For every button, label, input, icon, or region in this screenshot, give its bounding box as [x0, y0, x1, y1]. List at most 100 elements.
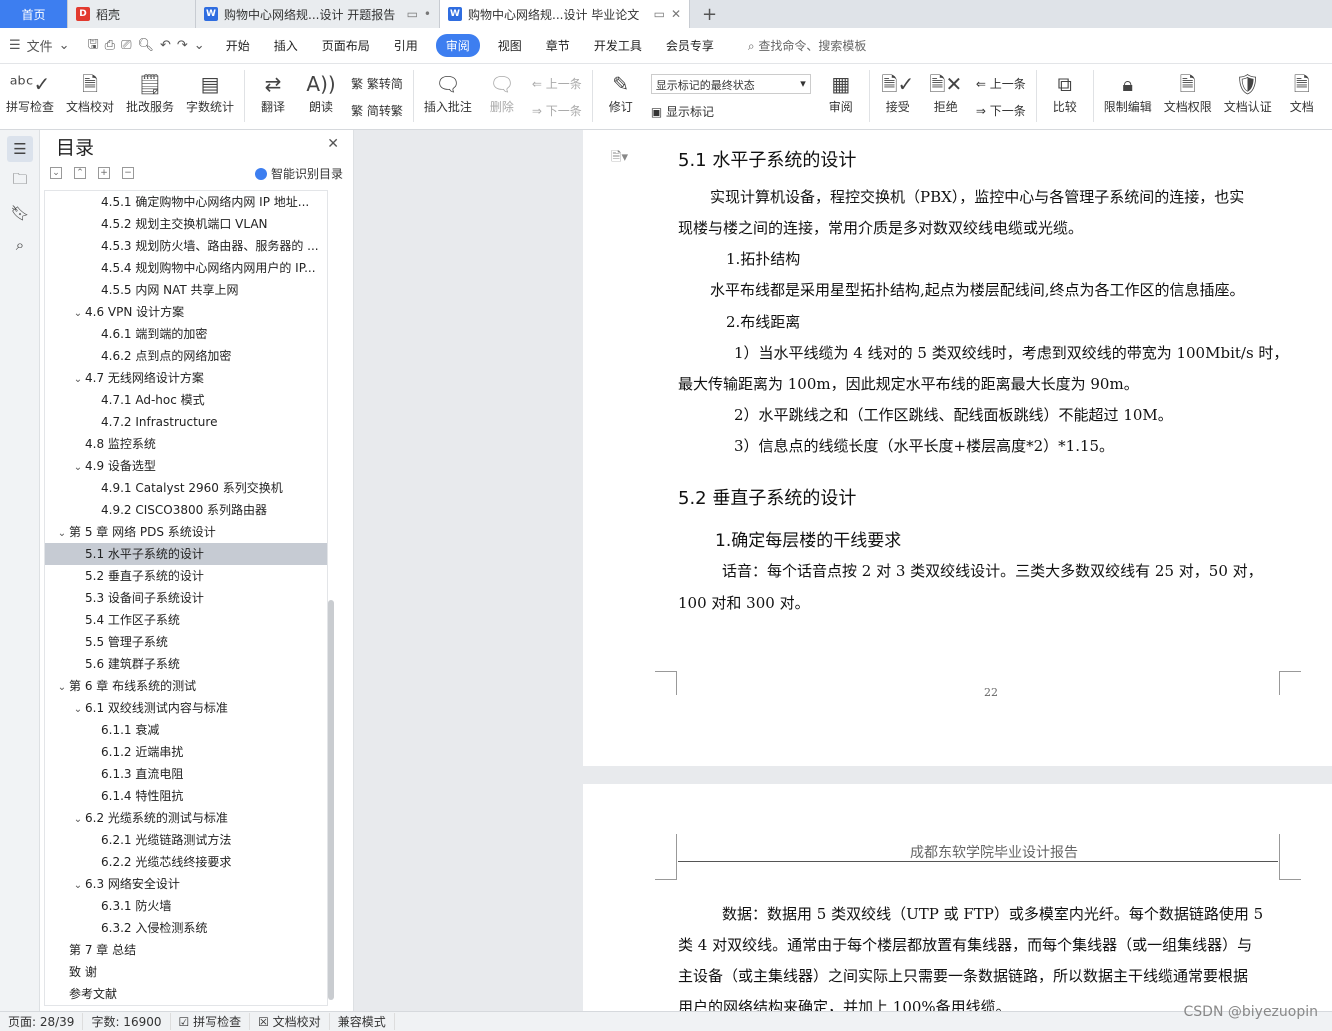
compare-button[interactable]: ⧉ 比较: [1041, 70, 1089, 115]
toc-item[interactable]: ⌄ 6.2 光缆系统的测试与标准: [45, 807, 327, 829]
menu-review[interactable]: 审阅: [435, 34, 480, 57]
chevron-down-icon[interactable]: ⌄: [71, 369, 85, 389]
toc-item[interactable]: ⌄ 6.1 双绞线测试内容与标准: [45, 697, 327, 719]
toc-item[interactable]: 6.1.3 直流电阻: [45, 763, 327, 785]
print-icon[interactable]: ⎚: [121, 38, 131, 53]
save-icon[interactable]: 🖫: [88, 35, 99, 57]
chevron-down-icon[interactable]: ⌄: [71, 875, 85, 895]
tab-thesis-doc[interactable]: W 购物中心网络规...设计 毕业论文 ▭ ✕: [440, 0, 690, 28]
toc-item[interactable]: 5.1 水平子系统的设计: [45, 543, 327, 565]
review-pane-button[interactable]: ▦ 审阅: [817, 70, 865, 115]
toc-item[interactable]: 6.3.2 入侵检测系统: [45, 917, 327, 939]
tab-home[interactable]: 首页: [0, 0, 68, 28]
accept-button[interactable]: 🗎✓ 接受: [874, 70, 922, 115]
toc-item[interactable]: 4.9.2 CISCO3800 系列路由器: [45, 499, 327, 521]
simp-to-trad-button[interactable]: 繁 简转繁: [351, 102, 403, 119]
expand-all-icon[interactable]: ⌃: [74, 167, 86, 179]
menu-references[interactable]: 引用: [382, 37, 430, 54]
menu-developer[interactable]: 开发工具: [582, 37, 654, 54]
collapse-all-icon[interactable]: ⌄: [50, 167, 62, 179]
chevron-down-icon[interactable]: ⌄: [71, 809, 85, 829]
add-heading-icon[interactable]: +: [98, 167, 110, 179]
insert-comment-button[interactable]: 🗨 插入批注: [418, 70, 478, 115]
chevron-down-icon[interactable]: ⌄: [194, 38, 205, 53]
toc-item[interactable]: 6.1.1 衰减: [45, 719, 327, 741]
track-changes-button[interactable]: ✎ 修订: [597, 70, 645, 115]
toc-item[interactable]: 4.9.1 Catalyst 2960 系列交换机: [45, 477, 327, 499]
chapter-nav-icon[interactable]: 🗀: [7, 168, 33, 194]
search-icon[interactable]: ⌕: [7, 232, 33, 258]
toc-item[interactable]: 5.3 设备间子系统设计: [45, 587, 327, 609]
toc-item[interactable]: 第 7 章 总结: [45, 939, 327, 961]
page-indicator[interactable]: 页面: 28/39: [0, 1013, 84, 1030]
toc-panel-icon[interactable]: ☰: [7, 136, 33, 162]
tab-docer[interactable]: D 稻壳: [68, 0, 196, 28]
toc-item[interactable]: 4.7.1 Ad-hoc 模式: [45, 389, 327, 411]
toc-item[interactable]: 4.5.5 内网 NAT 共享上网: [45, 279, 327, 301]
redo-icon[interactable]: ↷: [177, 38, 188, 53]
toc-item[interactable]: 致 谢: [45, 961, 327, 983]
toc-item[interactable]: 6.1.2 近端串扰: [45, 741, 327, 763]
toc-item[interactable]: 6.2.2 光缆芯线终接要求: [45, 851, 327, 873]
spell-check-status[interactable]: ☑ 拼写检查: [171, 1013, 251, 1030]
toc-item[interactable]: 5.6 建筑群子系统: [45, 653, 327, 675]
toc-item[interactable]: 参考文献: [45, 983, 327, 1005]
review-service-button[interactable]: 🗒 批改服务: [120, 70, 180, 115]
menu-member[interactable]: 会员专享: [654, 37, 726, 54]
menu-section[interactable]: 章节: [534, 37, 582, 54]
document-page[interactable]: 成都东软学院毕业设计报告 数据：数据用 5 类双绞线（UTP 或 FTP）或多模…: [583, 784, 1332, 1011]
toc-item[interactable]: 5.4 工作区子系统: [45, 609, 327, 631]
toc-item[interactable]: 6.1.4 特性阻抗: [45, 785, 327, 807]
toc-item[interactable]: 4.5.4 规划购物中心网络内网用户的 IP...: [45, 257, 327, 279]
word-count-button[interactable]: ▤ 字数统计: [180, 70, 240, 115]
close-icon[interactable]: ✕: [327, 136, 339, 152]
chevron-down-icon[interactable]: ⌄: [71, 699, 85, 719]
chevron-down-icon[interactable]: ⌄: [71, 303, 85, 323]
paragraph-options-icon[interactable]: 🗎▾: [611, 148, 628, 170]
file-menu[interactable]: ☰ 文件 ⌄: [0, 36, 79, 55]
restrict-editing-button[interactable]: 🔒︎ 限制编辑: [1098, 70, 1158, 115]
close-icon[interactable]: ✕: [671, 7, 681, 21]
undo-icon[interactable]: ↶: [160, 38, 171, 53]
prev-change-button[interactable]: ⇐ 上一条: [976, 75, 1026, 92]
toc-item[interactable]: 4.6.1 端到端的加密: [45, 323, 327, 345]
toc-item[interactable]: ⌄ 6.3 网络安全设计: [45, 873, 327, 895]
menu-insert[interactable]: 插入: [262, 37, 310, 54]
translate-button[interactable]: ⇄ 翻译: [249, 70, 297, 115]
read-aloud-button[interactable]: A)) 朗读: [297, 70, 345, 115]
chevron-down-icon[interactable]: ⌄: [55, 677, 69, 697]
prev-comment-button[interactable]: ⇐ 上一条: [532, 75, 582, 92]
doc-proof-status[interactable]: ☒ 文档校对: [250, 1013, 330, 1030]
toc-item[interactable]: 4.5.2 规划主交换机端口 VLAN: [45, 213, 327, 235]
new-tab-button[interactable]: +: [690, 0, 729, 28]
print-preview-icon[interactable]: 🔍︎: [137, 38, 154, 53]
tab-proposal-doc[interactable]: W 购物中心网络规...设计 开题报告 ▭ •: [196, 0, 440, 28]
export-pdf-icon[interactable]: ⎙: [105, 38, 115, 53]
toc-item[interactable]: 4.7.2 Infrastructure: [45, 411, 327, 433]
toc-item[interactable]: 4.6.2 点到点的网络加密: [45, 345, 327, 367]
delete-comment-button[interactable]: 🗨 删除: [478, 70, 526, 115]
toc-item[interactable]: 5.2 垂直子系统的设计: [45, 565, 327, 587]
command-search[interactable]: ⌕ 查找命令、搜索模板: [736, 37, 879, 54]
doc-permission-button[interactable]: 🗎 文档权限: [1158, 70, 1218, 115]
trad-to-simp-button[interactable]: 繁 繁转简: [351, 75, 403, 92]
menu-view[interactable]: 视图: [486, 37, 534, 54]
menu-start[interactable]: 开始: [214, 37, 262, 54]
chevron-down-icon[interactable]: ⌄: [71, 457, 85, 477]
smart-toc-button[interactable]: 智能识别目录: [254, 165, 343, 182]
next-change-button[interactable]: ⇒ 下一条: [976, 102, 1026, 119]
spell-check-button[interactable]: ᵃᵇᶜ✓ 拼写检查: [0, 70, 60, 115]
toc-item[interactable]: 5.5 管理子系统: [45, 631, 327, 653]
document-page[interactable]: 🗎▾ 5.1 水平子系统的设计 实现计算机设备，程控交换机（PBX），监控中心与…: [583, 130, 1332, 766]
toc-item[interactable]: ⌄ 第 6 章 布线系统的测试: [45, 675, 327, 697]
toc-item[interactable]: ⌄ 第 5 章 网络 PDS 系统设计: [45, 521, 327, 543]
toc-item[interactable]: 6.2.1 光缆链路测试方法: [45, 829, 327, 851]
word-count-indicator[interactable]: 字数: 16900: [83, 1013, 171, 1030]
toc-item[interactable]: 4.8 监控系统: [45, 433, 327, 455]
toc-item[interactable]: ⌄ 4.9 设备选型: [45, 455, 327, 477]
toc-item[interactable]: 4.5.3 规划防火墙、路由器、服务器的 ...: [45, 235, 327, 257]
toc-item[interactable]: 4.5.1 确定购物中心网络内网 IP 地址...: [45, 191, 327, 213]
toc-item[interactable]: ⌄ 4.7 无线网络设计方案: [45, 367, 327, 389]
toc-item[interactable]: 6.3.1 防火墙: [45, 895, 327, 917]
remove-heading-icon[interactable]: −: [122, 167, 134, 179]
